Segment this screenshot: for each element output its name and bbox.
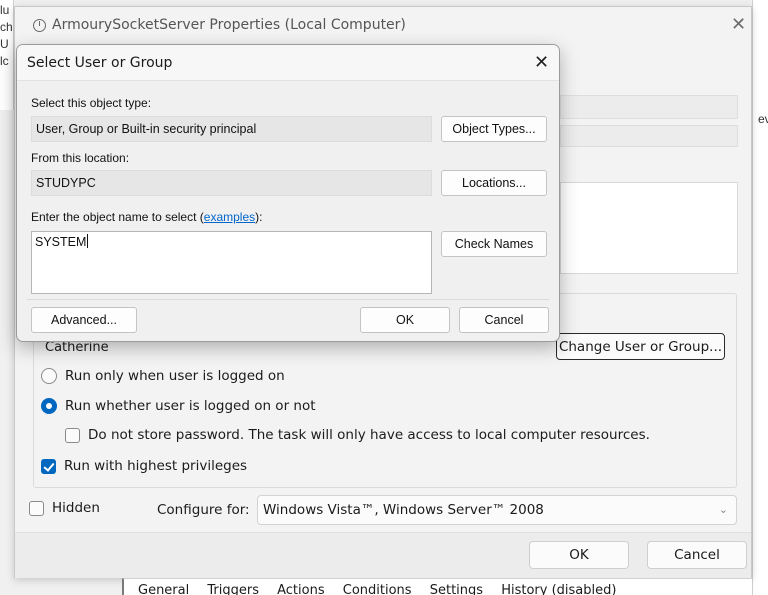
properties-description-field <box>560 182 738 274</box>
background-right-strip: ev <box>752 0 768 595</box>
dialog-close-icon[interactable]: ✕ <box>534 53 549 71</box>
object-name-label-prefix: Enter the object name to select ( <box>31 210 204 224</box>
configure-for-value: Windows Vista™, Windows Server™ 2008 <box>263 502 544 518</box>
left-strip-text-4: lc <box>0 54 9 68</box>
properties-footer <box>15 532 751 578</box>
radio-whether-label: Run whether user is logged on or not <box>65 398 316 414</box>
dialog-cancel-button[interactable]: Cancel <box>459 307 549 333</box>
chevron-down-icon: ⌄ <box>718 503 728 516</box>
change-user-button[interactable]: Change User or Group... <box>556 333 725 360</box>
radio-row-logged-on[interactable]: Run only when user is logged on <box>41 368 285 384</box>
object-type-field: User, Group or Built-in security princip… <box>31 116 432 142</box>
object-type-label: Select this object type: <box>31 96 152 110</box>
check-names-button[interactable]: Check Names <box>441 231 547 257</box>
checkbox-hidden[interactable] <box>29 500 44 516</box>
object-types-button[interactable]: Object Types... <box>441 116 547 142</box>
dialog-separator <box>27 299 549 300</box>
location-field: STUDYPC <box>31 170 432 196</box>
checkbox-hidden-label: Hidden <box>52 500 100 516</box>
dialog-titlebar: Select User or Group ✕ <box>17 45 559 81</box>
object-name-label-suffix: ): <box>255 210 263 224</box>
properties-cancel-button[interactable]: Cancel <box>647 541 747 569</box>
properties-close-icon[interactable]: ✕ <box>731 15 746 33</box>
background-left-strip: lu ch U lc <box>0 0 14 110</box>
radio-logged-on[interactable] <box>41 368 57 384</box>
text-caret <box>87 234 89 248</box>
location-label: From this location: <box>31 151 130 165</box>
dialog-title: Select User or Group <box>27 55 173 71</box>
properties-name-field <box>560 95 738 119</box>
properties-title: ArmourySocketServer Properties (Local Co… <box>52 17 406 33</box>
checkbox-row-hidden[interactable]: Hidden <box>29 500 100 516</box>
checkbox-highest-checked[interactable] <box>41 458 56 474</box>
tab-triggers[interactable]: Triggers <box>207 579 259 595</box>
properties-titlebar: ArmourySocketServer Properties (Local Co… <box>33 17 406 33</box>
object-name-input[interactable]: SYSTEM <box>31 231 432 294</box>
tab-history[interactable]: History (disabled) <box>501 579 616 595</box>
tab-conditions[interactable]: Conditions <box>343 579 412 595</box>
tab-actions[interactable]: Actions <box>277 579 325 595</box>
clock-icon <box>33 18 46 32</box>
locations-button[interactable]: Locations... <box>441 170 547 196</box>
configure-for-select[interactable]: Windows Vista™, Windows Server™ 2008 ⌄ <box>257 495 737 525</box>
tab-general[interactable]: General <box>138 579 189 595</box>
left-strip-text-1: lu <box>0 3 10 17</box>
radio-whether-selected[interactable] <box>41 398 57 414</box>
left-strip-text-2: ch <box>0 20 13 34</box>
radio-logged-on-label: Run only when user is logged on <box>65 368 285 384</box>
checkbox-no-store-label: Do not store password. The task will onl… <box>88 427 650 443</box>
user-account-name: Catherine <box>45 340 109 355</box>
dialog-ok-button[interactable]: OK <box>360 307 450 333</box>
examples-link[interactable]: examples <box>204 210 255 224</box>
object-name-value: SYSTEM <box>35 235 87 249</box>
configure-for-label: Configure for: <box>157 502 250 518</box>
checkbox-row-highest[interactable]: Run with highest privileges <box>41 458 247 474</box>
tab-settings[interactable]: Settings <box>430 579 483 595</box>
checkbox-row-no-store[interactable]: Do not store password. The task will onl… <box>65 427 650 443</box>
advanced-button[interactable]: Advanced... <box>31 307 137 333</box>
properties-ok-button[interactable]: OK <box>529 541 629 569</box>
radio-row-whether[interactable]: Run whether user is logged on or not <box>41 398 316 414</box>
right-strip-text: ev <box>758 112 768 126</box>
properties-location-field <box>560 125 738 147</box>
checkbox-highest-label: Run with highest privileges <box>64 458 248 474</box>
checkbox-no-store[interactable] <box>65 427 80 443</box>
object-name-label: Enter the object name to select (example… <box>31 210 262 224</box>
left-strip-text-3: U <box>0 37 9 51</box>
background-tab-bar: General Triggers Actions Conditions Sett… <box>122 578 752 595</box>
select-user-dialog: Select User or Group ✕ Select this objec… <box>16 44 560 342</box>
